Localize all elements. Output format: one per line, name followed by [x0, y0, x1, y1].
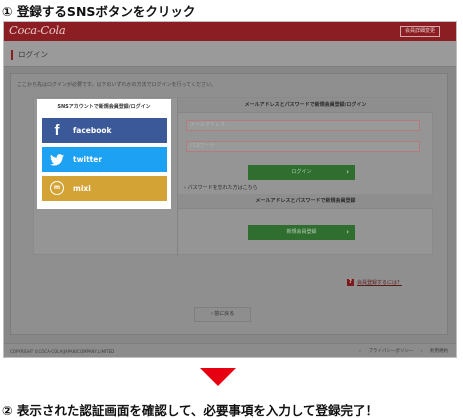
login-panel: SNSアカウントで新規会員登録/ログイン f facebook twitter … [33, 97, 433, 256]
down-arrow-icon [200, 368, 236, 386]
twitter-login-button[interactable]: twitter [42, 147, 167, 172]
column-divider [177, 98, 178, 256]
forgot-password-text: パスワードを忘れた方はこちら [187, 185, 258, 191]
facebook-login-button[interactable]: f facebook [42, 118, 167, 143]
footer-links: › プライバシーポリシー › 利用規約 [353, 348, 448, 354]
page-title: ログイン [18, 50, 48, 59]
back-button[interactable]: ‹ 前に戻る [194, 307, 251, 322]
brand-header: Coca-Cola 会員詳細変更 [4, 22, 456, 41]
copyright-text: COPYRIGHT ©COCA-COLA(JAPAN)COMPANY,LIMIT… [10, 349, 115, 354]
email-field[interactable]: メールアドレス [186, 120, 420, 131]
intro-text: ここから先はログインが必要です。以下のいずれかの方法でログインを行ってください。 [17, 82, 217, 88]
site-footer: COPYRIGHT ©COCA-COLA(JAPAN)COMPANY,LIMIT… [4, 343, 456, 357]
facebook-label: facebook [73, 126, 112, 135]
terms-link[interactable]: › 利用規約 [421, 349, 448, 354]
register-button[interactable]: 新規会員登録 › [248, 225, 355, 240]
main-content: ここから先はログインが必要です。以下のいずれかの方法でログインを行ってください。… [10, 73, 448, 335]
mixi-login-button[interactable]: m mixi [42, 176, 167, 201]
page-header: ログイン [4, 41, 456, 67]
email-login-header: メールアドレスとパスワードで新規会員登録/ログイン [178, 98, 433, 113]
login-button-label: ログイン [291, 169, 312, 175]
password-field[interactable]: パスワード [186, 141, 420, 152]
register-header: メールアドレスとパスワードで新規会員登録 [178, 194, 433, 209]
facebook-icon: f [54, 122, 60, 139]
back-button-label: 前に戻る [214, 311, 235, 317]
twitter-label: twitter [73, 155, 103, 164]
question-icon: ? [347, 279, 354, 286]
screenshot-frame: Coca-Cola 会員詳細変更 ログイン ここから先はログインが必要です。以下… [3, 21, 457, 358]
privacy-policy-label: プライバシーポリシー [368, 349, 414, 354]
login-button[interactable]: ログイン › [248, 165, 355, 180]
sns-box-title: SNSアカウントで新規会員登録/ログイン [57, 104, 151, 110]
forgot-password-link[interactable]: › パスワードを忘れた方はこちら [184, 184, 258, 191]
title-accent-bar [11, 50, 13, 60]
step2-heading: ② 表示された認証画面を確認して、必要事項を入力して登録完了！ [2, 403, 379, 418]
how-to-register-link[interactable]: ? 会員登録するには？ [347, 279, 402, 286]
sns-login-box: SNSアカウントで新規会員登録/ログイン f facebook twitter … [37, 99, 171, 209]
register-button-label: 新規会員登録 [286, 229, 317, 235]
coca-cola-logo[interactable]: Coca-Cola [9, 23, 66, 37]
twitter-bird-icon [50, 152, 64, 167]
mixi-label: mixi [73, 184, 91, 193]
privacy-policy-link[interactable]: › プライバシーポリシー [359, 349, 413, 354]
chevron-right-icon: › [346, 228, 349, 236]
chevron-right-icon: › [346, 168, 349, 176]
step1-heading: ① 登録するSNSボタンをクリック [2, 4, 196, 19]
mixi-icon: m [50, 181, 64, 195]
member-details-link[interactable]: 会員詳細変更 [399, 26, 440, 37]
how-to-register-text: 会員登録するには？ [357, 280, 403, 286]
terms-label: 利用規約 [430, 349, 448, 354]
